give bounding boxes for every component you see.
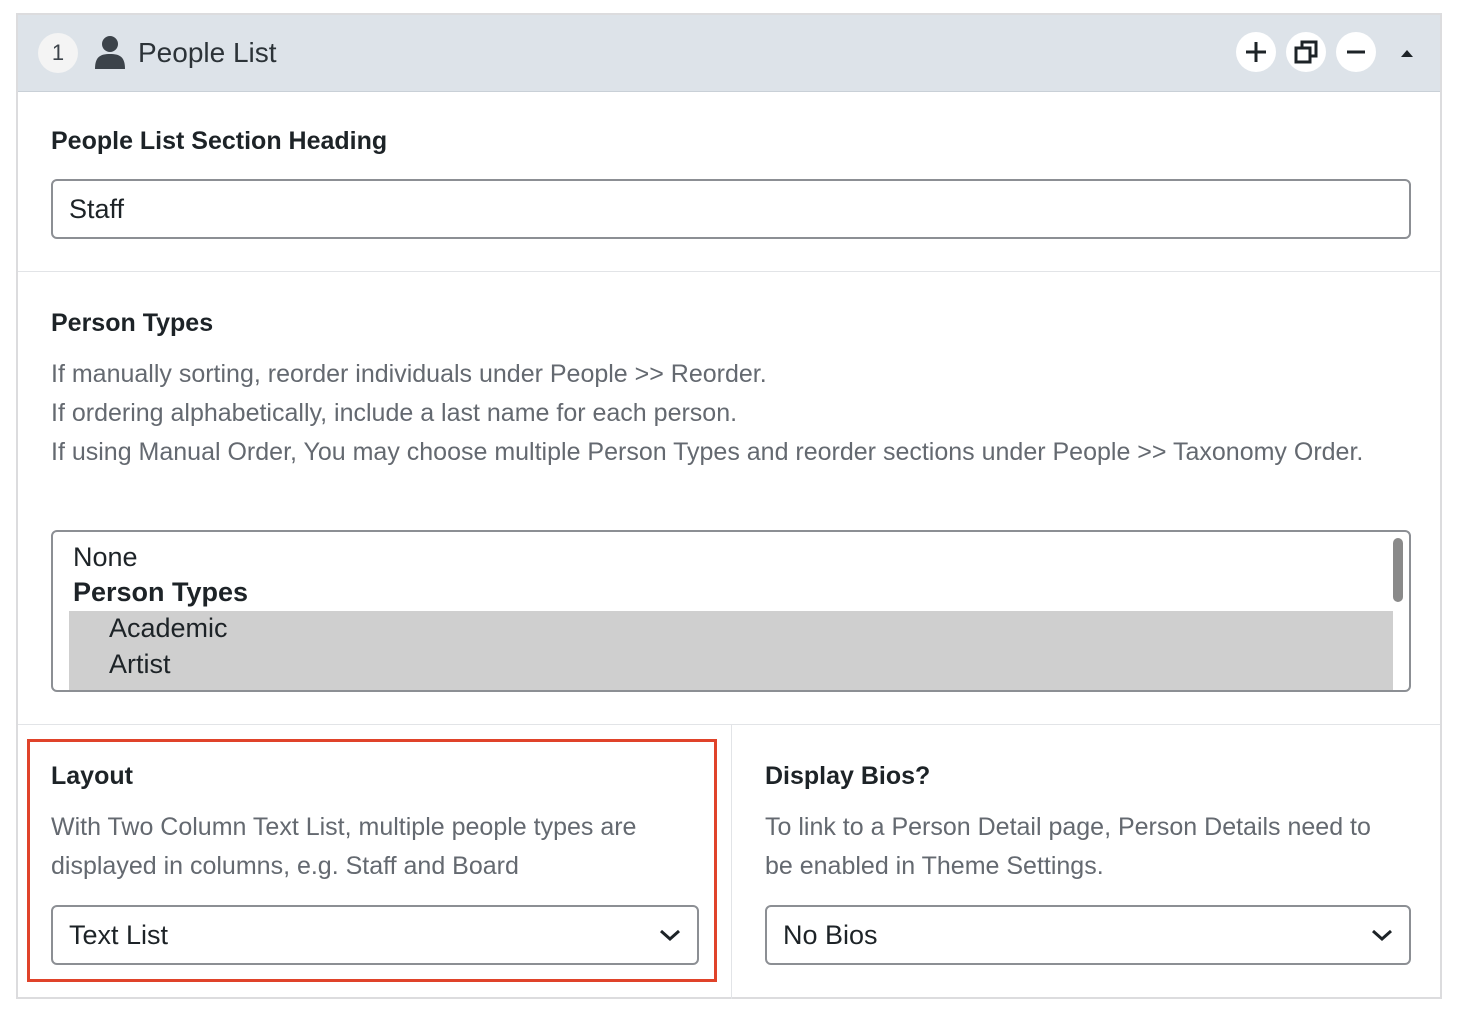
divider [18, 724, 1440, 725]
layout-highlight-box [27, 739, 717, 982]
listbox-scrollbar[interactable] [1393, 538, 1403, 602]
section-heading-input[interactable]: Staff [51, 179, 1411, 239]
remove-icon [1347, 50, 1365, 54]
panel-header[interactable]: 1 People List [18, 15, 1440, 92]
option-artist[interactable]: Artist [109, 646, 171, 682]
chevron-down-icon [1372, 929, 1392, 942]
person-types-help-1: If manually sorting, reorder individuals… [51, 360, 767, 388]
add-icon [1246, 42, 1266, 62]
option-none[interactable]: None [73, 539, 138, 575]
person-icon [95, 36, 125, 69]
divider [18, 271, 1440, 272]
people-list-panel: 1 People List People List Section Headin… [16, 13, 1442, 999]
person-types-multiselect[interactable]: None Person Types Academic Artist [51, 530, 1411, 692]
column-divider [731, 724, 732, 999]
panel-title: People List [138, 37, 277, 68]
display-bios-label: Display Bios? [765, 762, 931, 790]
section-heading-label: People List Section Heading [51, 127, 388, 155]
person-types-help-2: If ordering alphabetically, include a la… [51, 399, 738, 427]
display-bios-select[interactable]: No Bios [765, 905, 1411, 965]
person-types-label: Person Types [51, 309, 214, 337]
remove-row-button[interactable] [1336, 32, 1376, 72]
person-types-help-3: If using Manual Order, You may choose mu… [51, 438, 1364, 466]
duplicate-icon [1294, 40, 1318, 64]
duplicate-row-button[interactable] [1286, 32, 1326, 72]
optgroup-label: Person Types [73, 577, 249, 607]
add-row-button[interactable] [1236, 32, 1276, 72]
display-bios-select-value: No Bios [783, 920, 878, 950]
row-number-badge: 1 [38, 33, 78, 73]
selected-options-highlight [69, 611, 1393, 690]
collapse-icon[interactable] [1396, 41, 1418, 63]
display-bios-help: To link to a Person Detail page, Person … [765, 813, 1371, 880]
option-academic[interactable]: Academic [109, 610, 228, 646]
